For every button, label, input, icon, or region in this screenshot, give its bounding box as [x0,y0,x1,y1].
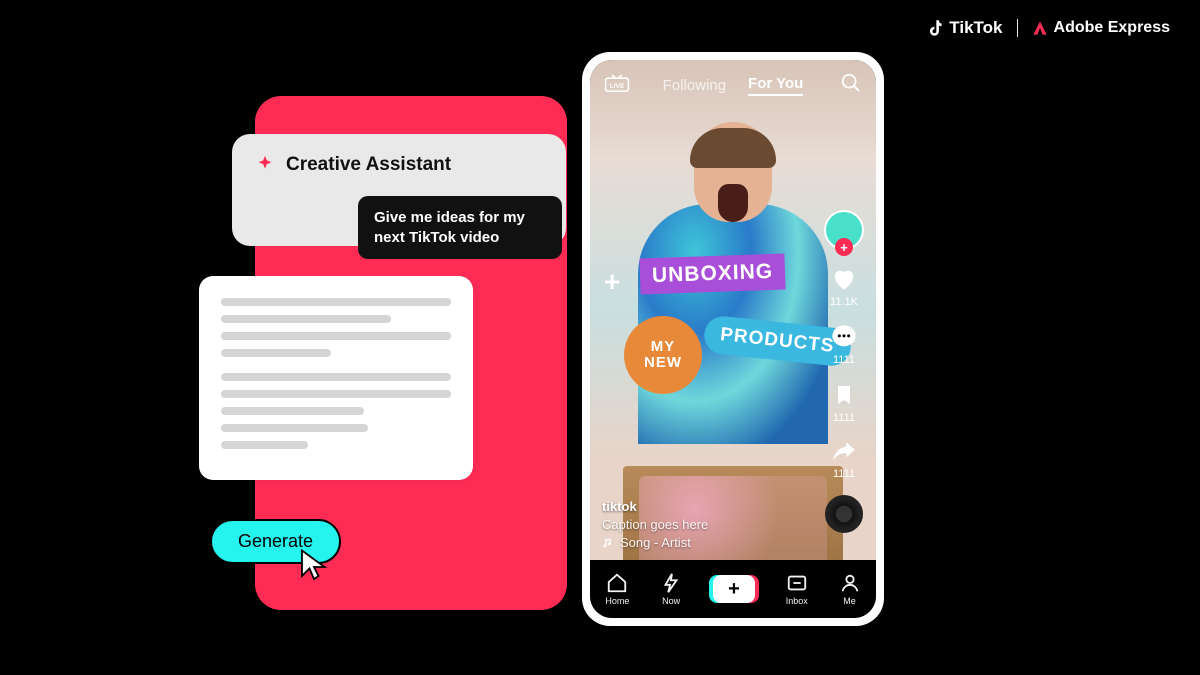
nav-me[interactable]: Me [839,572,861,606]
sticker-plus-icon: + [604,266,621,298]
phone-screen: + UNBOXING MY NEW PRODUCTS LIVE Followin… [590,60,876,618]
search-icon[interactable] [840,72,862,94]
user-prompt: Give me ideas for my next TikTok video [358,196,562,259]
share-button[interactable]: 1111 [830,439,858,480]
share-count: 1111 [833,468,855,480]
skeleton-line [221,298,451,306]
feed-topbar: LIVE Following For You [590,60,876,110]
live-icon[interactable]: LIVE [604,72,630,94]
nav-now[interactable]: Now [660,572,682,606]
svg-text:LIVE: LIVE [610,83,625,90]
comment-count: 1111 [833,354,855,366]
action-rail: + 11.1K 1111 1111 1111 [820,210,868,533]
share-icon [830,439,858,465]
comment-icon [830,323,858,351]
adobe-wordmark: Adobe Express [1054,19,1170,37]
profile-icon [839,572,861,594]
nav-create[interactable]: + [713,575,755,603]
sticker-unboxing: UNBOXING [639,253,785,294]
skeleton-line [221,390,451,398]
caption-username[interactable]: tiktok [602,499,708,514]
inbox-icon [786,572,808,594]
plus-icon: + [728,578,740,601]
tab-following[interactable]: Following [663,77,726,94]
assistant-header: Creative Assistant [254,154,544,176]
skeleton-line [221,424,368,432]
brand-divider [1017,19,1018,37]
assistant-response-card [199,276,473,480]
follow-plus-icon[interactable]: + [835,238,853,256]
skeleton-line [221,407,364,415]
now-icon [660,572,682,594]
home-icon [606,572,628,594]
creator-avatar[interactable]: + [824,210,864,250]
skeleton-line [221,349,331,357]
like-count: 11.1K [830,296,858,308]
sound-disc[interactable] [825,495,863,533]
caption-music[interactable]: Song - Artist [602,535,708,550]
tiktok-wordmark: TikTok [949,18,1002,38]
skeleton-line [221,315,391,323]
save-count: 1111 [833,412,855,424]
like-button[interactable]: 11.1K [829,265,859,308]
nav-home[interactable]: Home [605,572,629,606]
sticker-my-new: MY NEW [624,316,702,394]
tiktok-note-icon [929,19,945,37]
caption-text: Caption goes here [602,517,708,532]
nav-inbox[interactable]: Inbox [786,572,808,606]
tiktok-logo: TikTok [929,18,1002,38]
adobe-express-logo: Adobe Express [1032,19,1170,37]
bookmark-icon [832,381,856,409]
branding-bar: TikTok Adobe Express [929,18,1170,38]
music-note-icon [602,537,614,549]
video-caption: tiktok Caption goes here Song - Artist [602,499,708,550]
save-button[interactable]: 1111 [832,381,856,424]
assistant-title: Creative Assistant [286,154,451,176]
tab-for-you[interactable]: For You [748,75,803,96]
heart-icon [829,265,859,293]
phone-mockup: + UNBOXING MY NEW PRODUCTS LIVE Followin… [582,52,884,626]
disc-icon [825,495,863,533]
generate-button[interactable]: Generate [210,519,341,564]
skeleton-line [221,441,308,449]
adobe-icon [1032,20,1048,36]
sparkle-icon [254,154,276,176]
skeleton-line [221,332,451,340]
bottom-nav: Home Now + Inbox Me [590,560,876,618]
comment-button[interactable]: 1111 [830,323,858,366]
skeleton-line [221,373,451,381]
